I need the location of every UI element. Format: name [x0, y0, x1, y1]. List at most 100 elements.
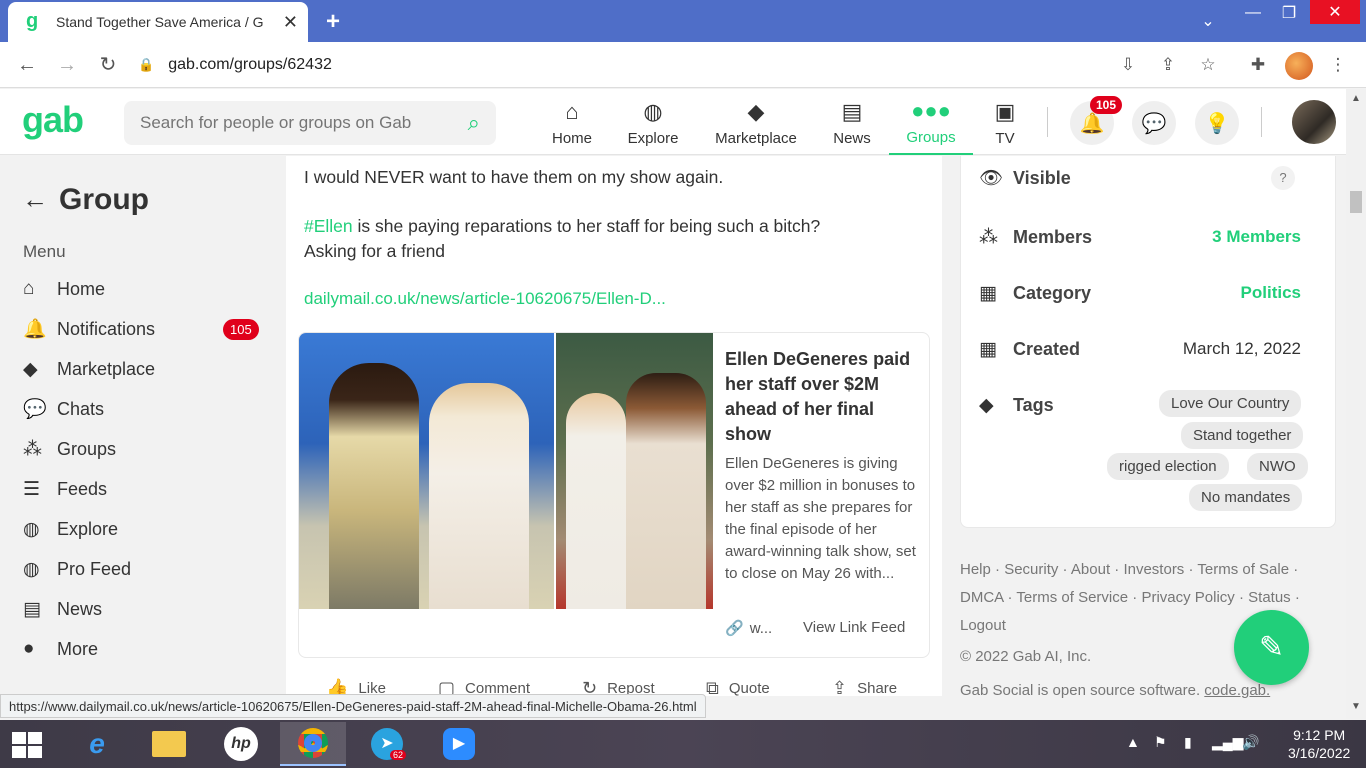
scroll-up-arrow-icon[interactable]: ▲: [1351, 93, 1361, 104]
tab-search-chevron-icon[interactable]: ⌄: [1193, 8, 1223, 34]
globe-icon: ◍: [23, 558, 40, 580]
nav-tv[interactable]: ▣ TV: [990, 89, 1020, 155]
category-label: Category: [1013, 282, 1092, 303]
footer-link[interactable]: Status: [1248, 589, 1291, 606]
footer-link[interactable]: Terms of Sale: [1197, 561, 1289, 578]
new-tab-plus-icon[interactable]: +: [326, 8, 340, 36]
signal-icon[interactable]: ▂▄▆: [1212, 734, 1243, 751]
compose-post-button[interactable]: ✎: [1234, 610, 1309, 685]
nav-groups-label: Groups: [906, 128, 956, 146]
post-url-link[interactable]: dailymail.co.uk/news/article-10620675/El…: [304, 289, 666, 309]
sidebar-item-feeds[interactable]: ☰ Feeds: [23, 472, 263, 506]
zoom-icon[interactable]: ▶: [426, 722, 492, 766]
address-bar[interactable]: 🔒 gab.com/groups/62432: [138, 48, 1238, 82]
chats-button[interactable]: 💬: [1132, 101, 1176, 145]
sidebar-item-notifications[interactable]: 🔔 Notifications 105: [23, 312, 263, 346]
search-input[interactable]: [140, 113, 468, 133]
help-question-icon[interactable]: ?: [1271, 166, 1295, 190]
tray-overflow-icon[interactable]: ▲: [1126, 734, 1140, 750]
scroll-down-arrow-icon[interactable]: ▼: [1351, 701, 1361, 712]
nav-home[interactable]: ⌂ Home: [551, 89, 593, 155]
hp-icon[interactable]: hp: [208, 722, 274, 766]
back-arrow-icon[interactable]: ←: [22, 184, 48, 215]
taskbar-clock[interactable]: 9:12 PM 3/16/2022: [1288, 726, 1350, 762]
sidebar-item-groups[interactable]: ⁂ Groups: [23, 432, 263, 466]
view-link-feed-link[interactable]: View Link Feed: [803, 619, 905, 636]
link-card-title[interactable]: Ellen DeGeneres paid her staff over $2M …: [725, 347, 921, 447]
battery-icon[interactable]: ▮: [1184, 734, 1192, 751]
page-scrollbar[interactable]: ▲ ▼: [1346, 89, 1366, 719]
scrollbar-thumb[interactable]: [1350, 191, 1362, 213]
nav-marketplace-label: Marketplace: [715, 129, 797, 147]
lightbulb-button[interactable]: 💡: [1195, 101, 1239, 145]
users-icon: ⁂: [979, 226, 998, 248]
volume-icon[interactable]: 🔊: [1242, 734, 1259, 751]
address-url[interactable]: gab.com/groups/62432: [168, 56, 332, 74]
tag-chip[interactable]: No mandates: [1189, 484, 1303, 511]
footer-link[interactable]: Privacy Policy: [1141, 589, 1234, 606]
link-preview-image[interactable]: [299, 333, 713, 609]
sidebar-item-chats[interactable]: 💬 Chats: [23, 392, 263, 426]
members-link[interactable]: 3 Members: [1212, 227, 1301, 247]
internet-explorer-icon[interactable]: e: [64, 722, 130, 766]
security-alert-icon[interactable]: ⚑: [1154, 734, 1167, 751]
tag-chip[interactable]: rigged election: [1107, 453, 1229, 480]
hashtag-link[interactable]: #Ellen: [304, 216, 353, 236]
gab-logo[interactable]: gab: [22, 99, 84, 141]
user-avatar[interactable]: [1292, 100, 1336, 144]
pencil-icon: ✎: [1258, 631, 1285, 664]
share-icon[interactable]: ⇪: [1156, 54, 1180, 78]
share-button[interactable]: ⇪ Share: [832, 678, 897, 699]
nav-groups[interactable]: ●●● Groups: [889, 89, 973, 155]
window-restore-icon[interactable]: ❐: [1274, 0, 1304, 26]
forward-arrow-icon[interactable]: →: [54, 52, 80, 78]
nav-news[interactable]: ▤ News: [832, 89, 872, 155]
reload-icon[interactable]: ↻: [95, 52, 121, 78]
window-minimize-icon[interactable]: —: [1238, 0, 1268, 26]
footer-link[interactable]: Logout: [960, 617, 1006, 634]
tab-close-icon[interactable]: ✕: [283, 12, 298, 33]
code-gab-link[interactable]: code.gab.: [1204, 682, 1270, 699]
footer-link[interactable]: DMCA: [960, 589, 1003, 606]
more-icon: ●: [23, 638, 35, 659]
back-arrow-icon[interactable]: ←: [14, 52, 40, 78]
link-preview-card[interactable]: Ellen DeGeneres paid her staff over $2M …: [298, 332, 930, 658]
footer-link[interactable]: Investors: [1123, 561, 1184, 578]
sidebar-item-explore[interactable]: ◍ Explore: [23, 512, 263, 546]
link-card-domain[interactable]: 🔗 w...: [725, 619, 772, 638]
chrome-taskbar-icon[interactable]: [280, 722, 346, 766]
lock-icon[interactable]: 🔒: [138, 57, 154, 73]
file-explorer-icon[interactable]: [136, 722, 202, 766]
nav-explore[interactable]: ◍ Explore: [628, 89, 679, 155]
header-divider: [1047, 107, 1048, 137]
footer-link[interactable]: Help: [960, 561, 991, 578]
sidebar-item-marketplace[interactable]: ◆ Marketplace: [23, 352, 263, 386]
footer-link[interactable]: Terms of Service: [1016, 589, 1128, 606]
extensions-puzzle-icon[interactable]: ✚: [1246, 54, 1270, 78]
tag-chip[interactable]: Love Our Country: [1159, 390, 1302, 417]
sidebar-item-home[interactable]: ⌂ Home: [23, 272, 263, 306]
telegram-badge: 62: [390, 750, 407, 760]
gab-search-box[interactable]: ⌕: [124, 101, 496, 145]
quote-button[interactable]: ⧉ Quote: [706, 678, 770, 699]
windows-start-icon[interactable]: [12, 732, 44, 760]
tag-chip[interactable]: NWO: [1247, 453, 1308, 480]
sidebar-item-pro-feed[interactable]: ◍ Pro Feed: [23, 552, 263, 586]
sidebar-item-more[interactable]: ● More: [23, 632, 263, 666]
bookmark-star-icon[interactable]: ☆: [1196, 54, 1220, 78]
sidebar-item-label: Marketplace: [57, 358, 156, 379]
info-visible-row: 👁 Visible ?: [979, 163, 1319, 193]
chrome-menu-icon[interactable]: ⋮: [1326, 54, 1350, 78]
sidebar-item-news[interactable]: ▤ News: [23, 592, 263, 626]
telegram-icon[interactable]: ➤ 62: [354, 722, 420, 766]
footer-link[interactable]: Security: [1004, 561, 1058, 578]
nav-marketplace[interactable]: ◆ Marketplace: [715, 89, 797, 155]
footer-link[interactable]: About: [1071, 561, 1110, 578]
search-icon[interactable]: ⌕: [468, 110, 480, 136]
category-link[interactable]: Politics: [1241, 283, 1301, 303]
window-close-icon[interactable]: ✕: [1310, 0, 1360, 24]
browser-tab-active[interactable]: g Stand Together Save America / G ✕: [8, 2, 308, 42]
browser-profile-avatar[interactable]: [1285, 52, 1313, 80]
install-app-icon[interactable]: ⇩: [1116, 54, 1140, 78]
tag-chip[interactable]: Stand together: [1181, 422, 1304, 449]
